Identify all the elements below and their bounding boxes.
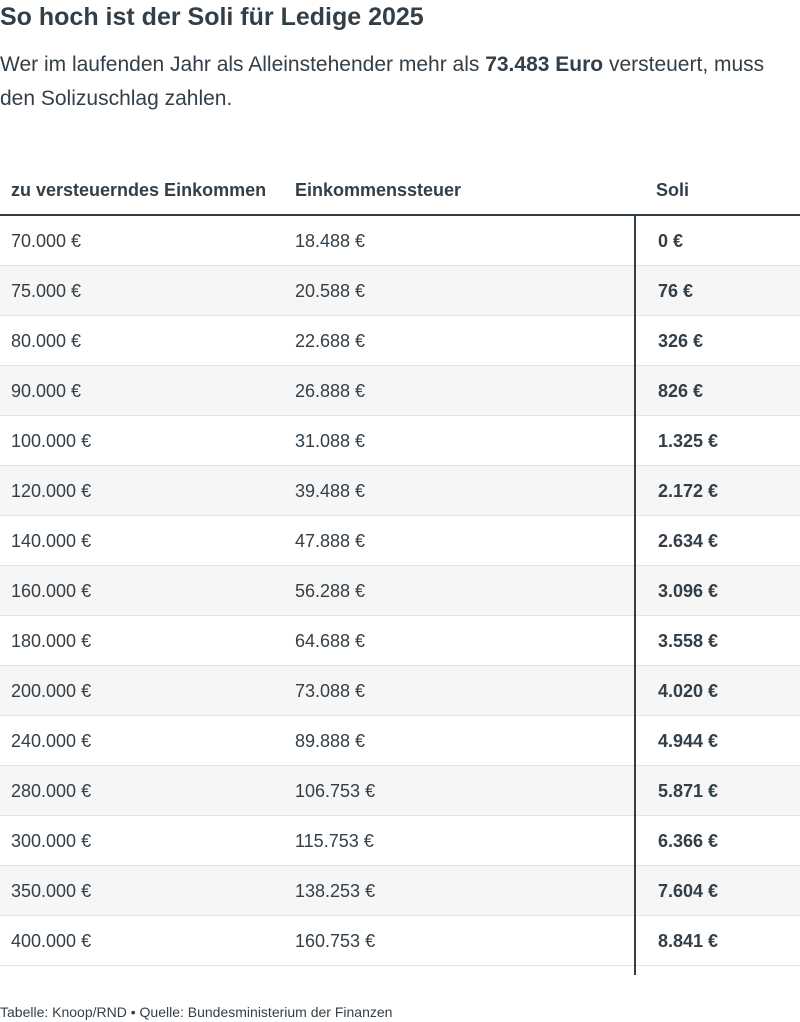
column-divider bbox=[634, 216, 636, 975]
cell-taxable-income: 100.000 € bbox=[11, 431, 92, 451]
cell-income-tax: 73.088 € bbox=[295, 681, 366, 701]
table-header: zu versteuerndes Einkommen Einkommensste… bbox=[0, 150, 800, 216]
cell-soli: 826 € bbox=[658, 381, 704, 401]
table-row: 350.000 € 138.253 € 7.604 € bbox=[0, 866, 800, 916]
cell-income-tax: 89.888 € bbox=[295, 731, 366, 751]
cell-soli: 4.944 € bbox=[658, 731, 719, 751]
header-income-tax: Einkommenssteuer bbox=[295, 180, 462, 200]
cell-taxable-income: 300.000 € bbox=[11, 831, 92, 851]
cell-taxable-income: 160.000 € bbox=[11, 581, 92, 601]
cell-taxable-income: 400.000 € bbox=[11, 931, 92, 951]
header-soli: Soli bbox=[656, 180, 690, 200]
cell-income-tax: 20.588 € bbox=[295, 281, 366, 301]
cell-income-tax: 39.488 € bbox=[295, 481, 366, 501]
cell-income-tax: 56.288 € bbox=[295, 581, 366, 601]
cell-soli: 0 € bbox=[658, 231, 684, 251]
table-row: 140.000 € 47.888 € 2.634 € bbox=[0, 516, 800, 566]
cell-taxable-income: 200.000 € bbox=[11, 681, 92, 701]
cell-income-tax: 138.253 € bbox=[295, 881, 376, 901]
table-row: 200.000 € 73.088 € 4.020 € bbox=[0, 666, 800, 716]
cell-income-tax: 26.888 € bbox=[295, 381, 366, 401]
cell-soli: 3.096 € bbox=[658, 581, 719, 601]
cell-taxable-income: 75.000 € bbox=[11, 281, 82, 301]
page-title: So hoch ist der Soli für Ledige 2025 bbox=[0, 3, 424, 31]
cell-soli: 8.841 € bbox=[658, 931, 719, 951]
cell-soli: 4.020 € bbox=[658, 681, 719, 701]
table-row: 70.000 € 18.488 € 0 € bbox=[0, 216, 800, 266]
table-row: 75.000 € 20.588 € 76 € bbox=[0, 266, 800, 316]
table-row: 90.000 € 26.888 € 826 € bbox=[0, 366, 800, 416]
cell-income-tax: 18.488 € bbox=[295, 231, 366, 251]
cell-income-tax: 64.688 € bbox=[295, 631, 366, 651]
cell-taxable-income: 280.000 € bbox=[11, 781, 92, 801]
cell-taxable-income: 180.000 € bbox=[11, 631, 92, 651]
cell-soli: 326 € bbox=[658, 331, 704, 351]
table-row: 240.000 € 89.888 € 4.944 € bbox=[0, 716, 800, 766]
cell-soli: 2.172 € bbox=[658, 481, 719, 501]
cell-income-tax: 115.753 € bbox=[295, 831, 374, 851]
table-body: 70.000 € 18.488 € 0 € 75.000 € 20.588 € 76 € 8… bbox=[0, 216, 800, 966]
cell-soli: 5.871 € bbox=[658, 781, 719, 801]
cell-soli: 7.604 € bbox=[658, 881, 719, 901]
cell-taxable-income: 140.000 € bbox=[11, 531, 92, 551]
cell-taxable-income: 70.000 € bbox=[11, 231, 82, 251]
intro-text: Wer im laufenden Jahr als Alleinstehende… bbox=[0, 48, 790, 116]
cell-soli: 1.325 € bbox=[658, 431, 719, 451]
header-taxable-income: zu versteuerndes Einkommen bbox=[11, 180, 267, 200]
table-row: 120.000 € 39.488 € 2.172 € bbox=[0, 466, 800, 516]
cell-soli: 3.558 € bbox=[658, 631, 719, 651]
table-row: 160.000 € 56.288 € 3.096 € bbox=[0, 566, 800, 616]
cell-soli: 2.634 € bbox=[658, 531, 719, 551]
table-row: 180.000 € 64.688 € 3.558 € bbox=[0, 616, 800, 666]
cell-soli: 76 € bbox=[658, 281, 694, 301]
cell-income-tax: 160.753 € bbox=[295, 931, 376, 951]
cell-taxable-income: 350.000 € bbox=[11, 881, 92, 901]
intro-threshold-value: 73.483 Euro bbox=[485, 53, 604, 76]
cell-income-tax: 47.888 € bbox=[295, 531, 366, 551]
table-row: 280.000 € 106.753 € 5.871 € bbox=[0, 766, 800, 816]
table-row: 300.000 € 115.753 € 6.366 € bbox=[0, 816, 800, 866]
cell-taxable-income: 240.000 € bbox=[11, 731, 92, 751]
cell-taxable-income: 80.000 € bbox=[11, 331, 82, 351]
soli-table: zu versteuerndes Einkommen Einkommensste… bbox=[0, 150, 800, 966]
cell-income-tax: 31.088 € bbox=[295, 431, 366, 451]
source-footer: Tabelle: Knoop/RND • Quelle: Bundesminis… bbox=[0, 1004, 393, 1020]
intro-text-start: Wer im laufenden Jahr als Alleinstehende… bbox=[0, 53, 486, 76]
table-row: 80.000 € 22.688 € 326 € bbox=[0, 316, 800, 366]
cell-income-tax: 22.688 € bbox=[295, 331, 366, 351]
cell-soli: 6.366 € bbox=[658, 831, 719, 851]
cell-taxable-income: 90.000 € bbox=[11, 381, 82, 401]
cell-taxable-income: 120.000 € bbox=[11, 481, 92, 501]
cell-income-tax: 106.753 € bbox=[295, 781, 376, 801]
table-row: 100.000 € 31.088 € 1.325 € bbox=[0, 416, 800, 466]
table-row: 400.000 € 160.753 € 8.841 € bbox=[0, 916, 800, 966]
